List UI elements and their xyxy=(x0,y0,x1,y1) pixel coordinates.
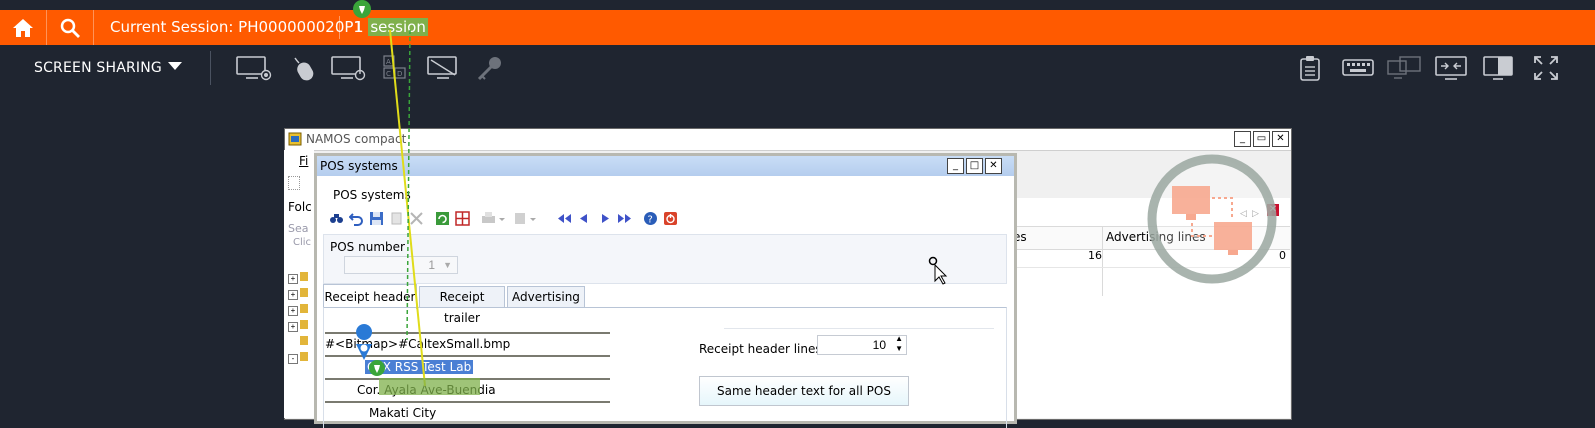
key-icon[interactable] xyxy=(473,55,509,81)
header-line-2[interactable]: CTX RSS Test Lab xyxy=(325,355,610,375)
pos-close-button[interactable]: ✕ xyxy=(985,158,1002,174)
toolbar-divider xyxy=(210,51,211,85)
receipt-header-lines-value: 10 xyxy=(872,338,886,352)
header-line-1[interactable]: #<Bitmap>#CaltexSmall.bmp xyxy=(325,332,610,354)
tab-advertising[interactable]: Advertising xyxy=(507,286,585,308)
pos-title-bar: POS systems _ □ ✕ xyxy=(317,156,1014,176)
namos-title-bar: NAMOS compact _ ▭ ✕ xyxy=(285,129,1291,151)
namos-menu-file[interactable]: Fi xyxy=(299,154,308,168)
grid-value-lines: 16 xyxy=(1088,249,1102,262)
last-record-icon[interactable] xyxy=(617,211,632,226)
chevron-down-icon xyxy=(167,62,182,70)
session-count[interactable]: 1 session xyxy=(354,10,428,45)
receipt-header-lines-label: Receipt header lines xyxy=(699,342,822,356)
screen-sharing-toolbar: SCREEN SHARING ACD xyxy=(0,45,1595,91)
keyboard-keys-icon[interactable]: AC D xyxy=(379,55,415,81)
chevron-down-icon: ▼ xyxy=(443,260,452,270)
namos-search-field[interactable]: Sea xyxy=(288,222,309,235)
pos-minimize-button[interactable]: _ xyxy=(947,158,964,174)
multi-monitor-icon[interactable] xyxy=(1386,55,1422,81)
undo-icon[interactable] xyxy=(348,211,364,226)
find-icon[interactable] xyxy=(329,211,344,226)
namos-toolbar-icon[interactable] xyxy=(288,176,300,190)
mouse-icon[interactable] xyxy=(285,55,321,81)
tree-node[interactable]: + xyxy=(288,316,308,332)
close-tab-icon[interactable]: ✕ xyxy=(1267,204,1279,216)
print-icon[interactable] xyxy=(481,211,507,226)
pos-number-value: 1 xyxy=(428,258,435,272)
grid-col-advertising-lines: Advertising lines xyxy=(1106,230,1206,244)
monitor-power-icon[interactable] xyxy=(331,55,367,81)
same-header-text-button[interactable]: Same header text for all POS xyxy=(699,376,909,406)
svg-text:C: C xyxy=(386,70,391,78)
receipt-header-lines-spinner[interactable]: 10 ▲ ▼ xyxy=(817,334,907,355)
namos-restore-button[interactable]: ▭ xyxy=(1253,131,1270,147)
tree-node[interactable]: + xyxy=(288,300,308,316)
session-count-number: 1 xyxy=(354,18,364,36)
topbar-divider xyxy=(339,16,340,39)
pane-divider xyxy=(724,328,994,329)
screen-sharing-label: SCREEN SHARING xyxy=(34,60,162,76)
namos-left-panel: Fi Folc Sea Clic + + + + - xyxy=(284,150,314,418)
power-exit-icon[interactable] xyxy=(663,211,678,226)
home-button[interactable] xyxy=(0,10,47,45)
previous-record-icon[interactable] xyxy=(577,211,592,226)
screen-sharing-dropdown[interactable]: SCREEN SHARING xyxy=(34,45,182,91)
tree-view: + + + + - xyxy=(288,268,308,364)
header-line-2-text: CTX RSS Test Lab xyxy=(365,360,474,374)
svg-text:?: ? xyxy=(648,215,653,226)
copy-icon[interactable] xyxy=(389,211,404,226)
pos-maximize-button[interactable]: □ xyxy=(966,158,983,174)
session-count-word: session xyxy=(368,18,428,36)
home-icon xyxy=(13,18,33,37)
tree-node[interactable] xyxy=(288,332,308,348)
tree-node[interactable]: - xyxy=(288,348,308,364)
monitor-record-icon[interactable] xyxy=(236,55,272,81)
search-icon xyxy=(60,18,80,38)
svg-text:D: D xyxy=(397,70,402,78)
tab-receipt-header[interactable]: Receipt header xyxy=(323,284,417,309)
first-record-icon[interactable] xyxy=(557,211,572,226)
tab-receipt-trailer[interactable]: Receipt trailer xyxy=(419,286,505,325)
search-button[interactable] xyxy=(47,10,94,45)
scroll-left-icon[interactable]: ◁ xyxy=(1240,208,1247,218)
namos-minimize-button[interactable]: _ xyxy=(1234,131,1251,147)
tree-node[interactable]: + xyxy=(288,268,308,284)
grid-data-row[interactable] xyxy=(1011,249,1290,268)
grid-value-advertising: 0 xyxy=(1279,249,1286,262)
export-icon[interactable] xyxy=(513,211,539,226)
single-monitor-icon[interactable] xyxy=(1482,55,1518,81)
save-icon[interactable] xyxy=(369,211,384,226)
tree-node[interactable]: + xyxy=(288,284,308,300)
pos-toolbar: ? xyxy=(329,211,749,231)
pos-number-label: POS number xyxy=(330,240,405,254)
spin-arrows-icon[interactable]: ▲ ▼ xyxy=(895,334,903,354)
next-record-icon[interactable] xyxy=(597,211,612,226)
namos-app-icon xyxy=(288,132,302,146)
header-line-3[interactable]: Cor. Ayala Ave-Buendia xyxy=(325,378,610,398)
namos-close-button[interactable]: ✕ xyxy=(1272,131,1289,147)
fullscreen-icon[interactable] xyxy=(1533,55,1559,81)
keyboard-icon[interactable] xyxy=(1341,55,1377,81)
delete-icon[interactable] xyxy=(409,211,424,226)
header-line-4[interactable]: Makati City xyxy=(325,401,610,421)
namos-click-hint: Clic xyxy=(293,237,312,248)
pos-systems-window: POS systems _ □ ✕ POS systems ? POS numb… xyxy=(314,153,1017,428)
pos-number-combobox[interactable]: 1 ▼ xyxy=(344,256,458,274)
pos-menu-label[interactable]: POS systems xyxy=(333,188,411,202)
fit-screen-icon[interactable] xyxy=(1434,55,1470,81)
pos-number-group: POS number 1 ▼ xyxy=(323,234,1007,284)
pos-title: POS systems xyxy=(320,159,398,173)
svg-text:A: A xyxy=(386,58,391,66)
current-session-title: Current Session: PH000000020P1 xyxy=(110,18,363,36)
clipboard-icon[interactable] xyxy=(1298,55,1322,81)
refresh-icon[interactable] xyxy=(435,211,450,226)
help-icon[interactable]: ? xyxy=(643,211,658,226)
scroll-right-icon[interactable]: ▷ xyxy=(1252,208,1259,219)
namos-folder-tab[interactable]: Folc xyxy=(288,200,312,214)
monitor-off-icon[interactable] xyxy=(425,55,461,81)
grid-icon[interactable] xyxy=(455,211,470,226)
session-topbar: Current Session: PH000000020P1 1 session xyxy=(0,10,1595,45)
namos-title: NAMOS compact xyxy=(306,132,407,146)
